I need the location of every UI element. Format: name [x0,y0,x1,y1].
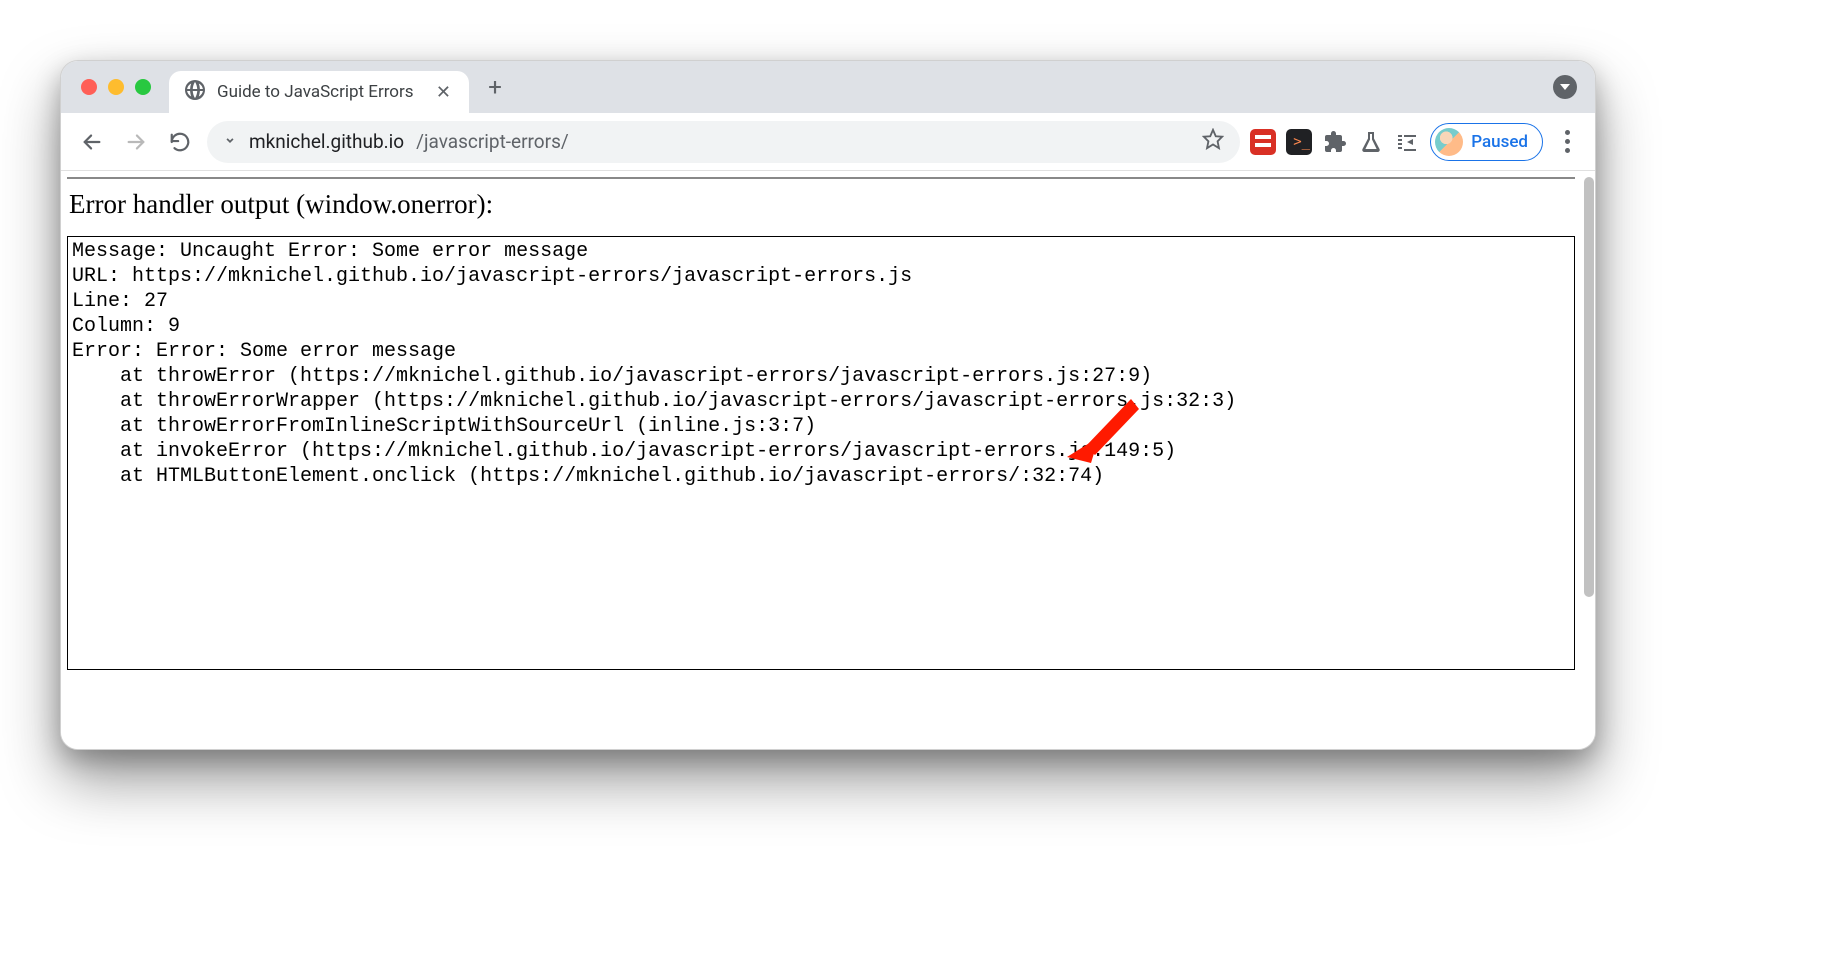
forward-button[interactable] [119,125,153,159]
extension-icon-2[interactable]: >_ [1286,129,1312,155]
reload-button[interactable] [163,125,197,159]
minimize-window-button[interactable] [108,79,124,95]
media-controls-icon[interactable] [1394,129,1420,155]
avatar-icon [1435,128,1463,156]
tab-title: Guide to JavaScript Errors [217,82,422,102]
url-host: mknichel.github.io [249,130,404,153]
site-info-chevron-icon[interactable] [223,133,237,151]
close-tab-button[interactable]: ✕ [432,82,455,103]
page-divider [67,177,1575,179]
maximize-window-button[interactable] [135,79,151,95]
tabs-dropdown-button[interactable] [1553,75,1577,99]
browser-toolbar: mknichel.github.io/javascript-errors/ >_… [61,113,1595,171]
browser-window: Guide to JavaScript Errors ✕ + mknichel.… [60,60,1596,750]
page-content: Error handler output (window.onerror): M… [61,171,1581,749]
error-output-heading: Error handler output (window.onerror): [69,189,1575,220]
extension-icon-1[interactable] [1250,129,1276,155]
bookmark-star-icon[interactable] [1202,128,1224,155]
profile-label: Paused [1471,132,1528,152]
profile-chip[interactable]: Paused [1430,123,1543,161]
url-path: /javascript-errors/ [416,130,569,153]
page-viewport: Error handler output (window.onerror): M… [61,171,1595,749]
window-controls [81,79,151,95]
back-button[interactable] [75,125,109,159]
new-tab-button[interactable]: + [477,69,513,105]
scrollbar-thumb[interactable] [1584,177,1594,597]
browser-tab[interactable]: Guide to JavaScript Errors ✕ [169,71,469,113]
extensions-puzzle-icon[interactable] [1322,129,1348,155]
chrome-menu-button[interactable] [1553,130,1581,153]
address-bar[interactable]: mknichel.github.io/javascript-errors/ [207,121,1240,163]
vertical-scrollbar[interactable] [1581,171,1595,749]
error-output-box: Message: Uncaught Error: Some error mess… [67,236,1575,670]
globe-icon [183,78,207,106]
close-window-button[interactable] [81,79,97,95]
tab-strip: Guide to JavaScript Errors ✕ + [61,61,1595,113]
labs-flask-icon[interactable] [1358,129,1384,155]
